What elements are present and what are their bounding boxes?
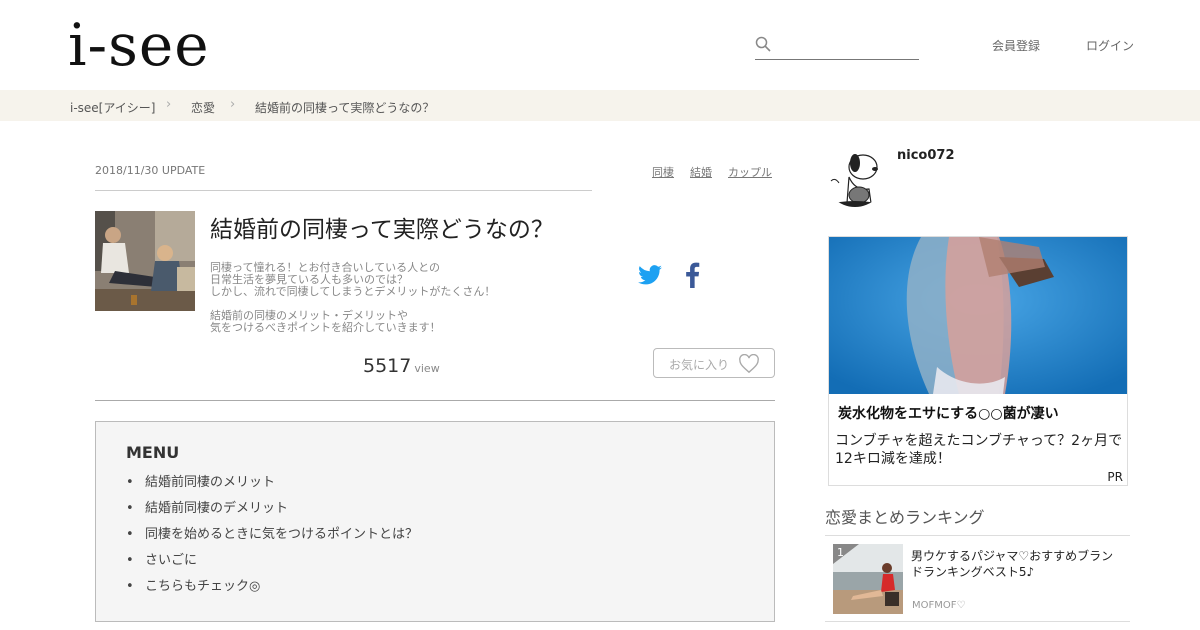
- menu-title: MENU: [126, 443, 180, 462]
- update-date: 2018/11/30 UPDATE: [95, 164, 206, 177]
- breadcrumb-home[interactable]: i-see[アイシー]: [70, 99, 155, 116]
- author-name[interactable]: nico072: [897, 148, 954, 163]
- ad-title[interactable]: 炭水化物をエサにする○○菌が凄い: [838, 403, 1059, 423]
- favorite-label: お気に入り: [669, 358, 730, 372]
- menu-item[interactable]: 結婚前同棲のデメリット: [126, 496, 418, 522]
- search-icon[interactable]: [755, 36, 771, 52]
- tag-link[interactable]: カップル: [728, 164, 772, 180]
- chevron-right-icon: ›: [166, 97, 172, 112]
- article-description-line: しかし、流れで同棲してしまうとデメリットがたくさん！: [210, 285, 496, 298]
- meta-divider: [95, 190, 592, 191]
- search-input[interactable]: [779, 34, 917, 58]
- menu-item[interactable]: さいごに: [126, 548, 418, 574]
- menu-list: 結婚前同棲のメリット 結婚前同棲のデメリット 同棲を始めるときに気をつけるポイン…: [126, 470, 418, 600]
- tag-link[interactable]: 同棲: [652, 164, 674, 180]
- ad-image[interactable]: [829, 237, 1127, 394]
- ranking-item-title[interactable]: 男ウケするパジャマ♡おすすめブランドランキングベスト5♪: [911, 548, 1123, 580]
- view-count-unit: view: [414, 362, 440, 375]
- site-header: i-see 会員登録 ログイン: [0, 0, 1200, 90]
- twitter-icon[interactable]: [637, 262, 663, 288]
- article-description-line: 気をつけるべきポイントを紹介していきます！: [210, 321, 441, 334]
- register-link[interactable]: 会員登録: [992, 37, 1040, 54]
- login-link[interactable]: ログイン: [1086, 37, 1134, 54]
- tag-link[interactable]: 結婚: [690, 164, 712, 180]
- menu-item[interactable]: 結婚前同棲のメリット: [126, 470, 418, 496]
- author-avatar[interactable]: [825, 147, 885, 207]
- view-count: 5517 view: [363, 355, 440, 377]
- ad-text[interactable]: コンブチャを超えたコンブチャって？2ヶ月で12キロ減を達成！: [835, 432, 1125, 468]
- ranking-item-source: MOFMOF♡: [912, 600, 966, 611]
- menu-item[interactable]: 同棲を始めるときに気をつけるポイントとは？: [126, 522, 418, 548]
- ranking-item[interactable]: 1 男ウケするパジャマ♡おすすめブランドランキングベスト5♪ MOFMOF♡: [825, 536, 1130, 622]
- ad-banner[interactable]: 炭水化物をエサにする○○菌が凄い コンブチャを超えたコンブチャって？2ヶ月で12…: [828, 236, 1128, 486]
- ranking-title: 恋愛まとめランキング: [825, 508, 985, 527]
- ad-pr-label: PR: [1107, 470, 1123, 484]
- article-divider: [95, 400, 775, 401]
- table-of-contents: MENU 結婚前同棲のメリット 結婚前同棲のデメリット 同棲を始めるときに気をつ…: [95, 421, 775, 622]
- breadcrumb-current: 結婚前の同棲って実際どうなの？: [255, 101, 435, 115]
- site-logo[interactable]: i-see: [68, 10, 210, 80]
- article-title: 結婚前の同棲って実際どうなの？: [210, 217, 554, 243]
- facebook-icon[interactable]: [680, 262, 706, 288]
- breadcrumb: i-see[アイシー] › 恋愛 › 結婚前の同棲って実際どうなの？: [0, 90, 1200, 121]
- menu-item[interactable]: こちらもチェック◎: [126, 574, 418, 600]
- search-box[interactable]: [755, 34, 919, 60]
- heart-icon: [739, 354, 759, 374]
- article-thumbnail: [95, 211, 195, 311]
- breadcrumb-category[interactable]: 恋愛: [191, 99, 215, 116]
- favorite-button[interactable]: お気に入り: [653, 348, 775, 378]
- chevron-right-icon: ›: [230, 97, 236, 112]
- view-count-number: 5517: [363, 355, 412, 377]
